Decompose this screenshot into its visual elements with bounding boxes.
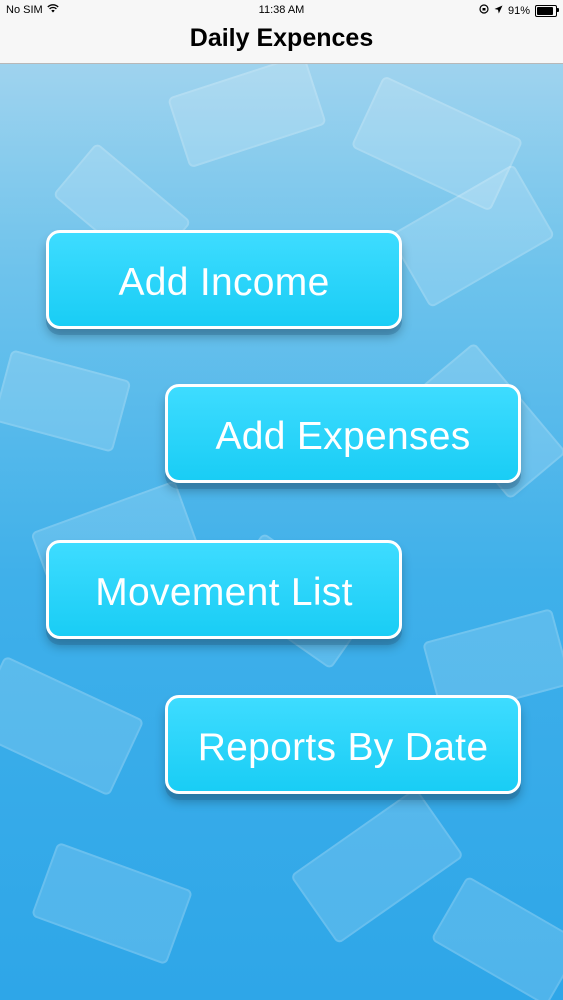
status-right: 91% bbox=[479, 4, 559, 17]
app-screen: No SIM 11:38 AM 91% Daily Expences Add I… bbox=[0, 0, 563, 1000]
background-bill bbox=[0, 349, 132, 453]
battery-icon bbox=[535, 4, 559, 17]
navigation-bar: Daily Expences bbox=[0, 20, 563, 64]
battery-percent: 91% bbox=[507, 4, 530, 17]
location-arrow-icon bbox=[494, 5, 503, 17]
background-bill bbox=[430, 875, 563, 1000]
movement-list-button[interactable]: Movement List bbox=[46, 540, 402, 639]
main-content: Add Income Add Expenses Movement List Re… bbox=[0, 64, 563, 1000]
page-title: Daily Expences bbox=[189, 24, 374, 52]
background-bill bbox=[0, 655, 145, 797]
add-expenses-label: Add Expenses bbox=[215, 415, 471, 458]
add-income-button[interactable]: Add Income bbox=[46, 230, 402, 329]
background-bill bbox=[167, 64, 327, 169]
reports-by-date-label: Reports By Date bbox=[197, 726, 489, 769]
background-bill bbox=[30, 841, 194, 966]
rotation-lock-icon bbox=[479, 4, 489, 17]
movement-list-label: Movement List bbox=[95, 571, 353, 614]
reports-by-date-button[interactable]: Reports By Date bbox=[165, 695, 521, 794]
battery-fill bbox=[537, 6, 554, 15]
background-bill bbox=[289, 787, 465, 945]
add-expenses-button[interactable]: Add Expenses bbox=[165, 384, 521, 483]
add-income-label: Add Income bbox=[118, 261, 330, 304]
status-bar: No SIM 11:38 AM 91% bbox=[0, 0, 563, 20]
